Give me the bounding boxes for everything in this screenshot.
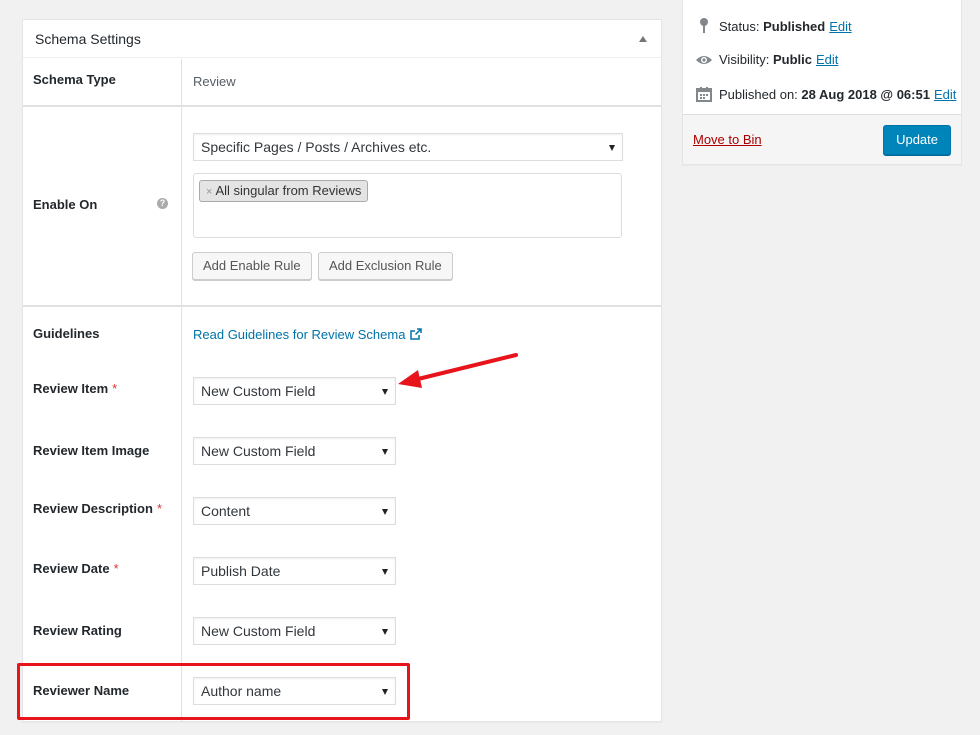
review-item-select-value: New Custom Field (201, 383, 316, 399)
move-to-bin-link[interactable]: Move to Bin (693, 132, 762, 147)
review-guidelines-link[interactable]: Read Guidelines for Review Schema (193, 327, 423, 342)
remove-tag-icon[interactable]: × (206, 186, 212, 198)
add-exclusion-rule-button[interactable]: Add Exclusion Rule (318, 252, 453, 280)
chevron-down-icon (382, 629, 388, 635)
eye-icon (695, 54, 713, 66)
enable-on-select-value: Specific Pages / Posts / Archives etc. (201, 139, 432, 155)
review-item-image-label: Review Item Image (33, 443, 150, 458)
published-on-label: Published on: (719, 86, 798, 102)
review-date-select[interactable]: Publish Date (193, 557, 396, 585)
review-date-select-value: Publish Date (201, 563, 281, 579)
enable-on-label: Enable On (33, 197, 98, 212)
published-on-value: 28 Aug 2018 @ 06:51 (801, 86, 930, 102)
chevron-down-icon (382, 389, 388, 395)
add-enable-rule-button[interactable]: Add Enable Rule (192, 252, 312, 280)
visibility-label: Visibility: (719, 52, 770, 67)
review-guidelines-link-text: Read Guidelines for Review Schema (193, 327, 406, 342)
post-published-on: Published on: 28 Aug 2018 @ 06:51 Edit (695, 86, 956, 102)
chevron-down-icon (382, 449, 388, 455)
status-value: Published (763, 18, 826, 34)
review-description-select[interactable]: Content (193, 497, 396, 525)
review-description-label: Review Description * (33, 501, 162, 516)
chevron-down-icon (609, 145, 615, 151)
required-marker: * (112, 381, 118, 396)
enable-on-select[interactable]: Specific Pages / Posts / Archives etc. (193, 133, 623, 161)
tag-chip-label: All singular from Reviews (215, 183, 362, 198)
reviewer-name-select[interactable]: Author name (193, 677, 396, 705)
metabox-title: Schema Settings (35, 30, 141, 47)
required-marker: * (113, 561, 119, 576)
question-circle-icon[interactable]: ? (157, 198, 168, 209)
review-item-select[interactable]: New Custom Field (193, 377, 396, 405)
edit-visibility-link[interactable]: Edit (816, 52, 838, 67)
review-item-image-select[interactable]: New Custom Field (193, 437, 396, 465)
schema-type-value: Review (193, 74, 236, 89)
schema-settings-metabox: Schema Settings Schema Type Review Enabl… (22, 19, 662, 722)
visibility-value: Public (772, 52, 812, 67)
review-date-label: Review Date * (33, 561, 119, 576)
required-marker: * (156, 501, 162, 516)
review-item-label: Review Item * (33, 381, 118, 396)
calendar-icon (695, 86, 713, 102)
review-rating-select[interactable]: New Custom Field (193, 617, 396, 645)
edit-date-link[interactable]: Edit (934, 87, 956, 102)
publish-actions: Move to Bin Update (683, 114, 961, 164)
reviewer-name-select-value: Author name (201, 683, 282, 699)
tag-chip: × All singular from Reviews (199, 180, 369, 202)
chevron-down-icon (382, 509, 388, 515)
guidelines-label: Guidelines (33, 326, 100, 341)
chevron-down-icon (382, 689, 388, 695)
triangle-up-icon[interactable] (639, 35, 647, 42)
reviewer-name-label: Reviewer Name (33, 683, 130, 698)
status-label: Status: (719, 18, 760, 34)
publish-box: Status: Published Edit Visibility: Publi… (682, 0, 962, 165)
chevron-down-icon (382, 569, 388, 575)
post-visibility: Visibility: Public Edit (695, 52, 838, 67)
review-item-image-select-value: New Custom Field (201, 443, 316, 459)
app-root: Schema Settings Schema Type Review Enabl… (0, 0, 980, 735)
external-link-icon (410, 328, 423, 340)
review-description-select-value: Content (201, 503, 251, 519)
update-button[interactable]: Update (883, 125, 951, 155)
metabox-header[interactable]: Schema Settings (23, 20, 661, 58)
post-status: Status: Published Edit (695, 18, 852, 34)
pin-icon (695, 18, 713, 34)
review-rating-label: Review Rating (33, 623, 122, 638)
edit-status-link[interactable]: Edit (829, 19, 851, 34)
review-rating-select-value: New Custom Field (201, 623, 316, 639)
enable-on-tag-input[interactable]: × All singular from Reviews (193, 173, 622, 238)
schema-type-label: Schema Type (33, 72, 116, 87)
